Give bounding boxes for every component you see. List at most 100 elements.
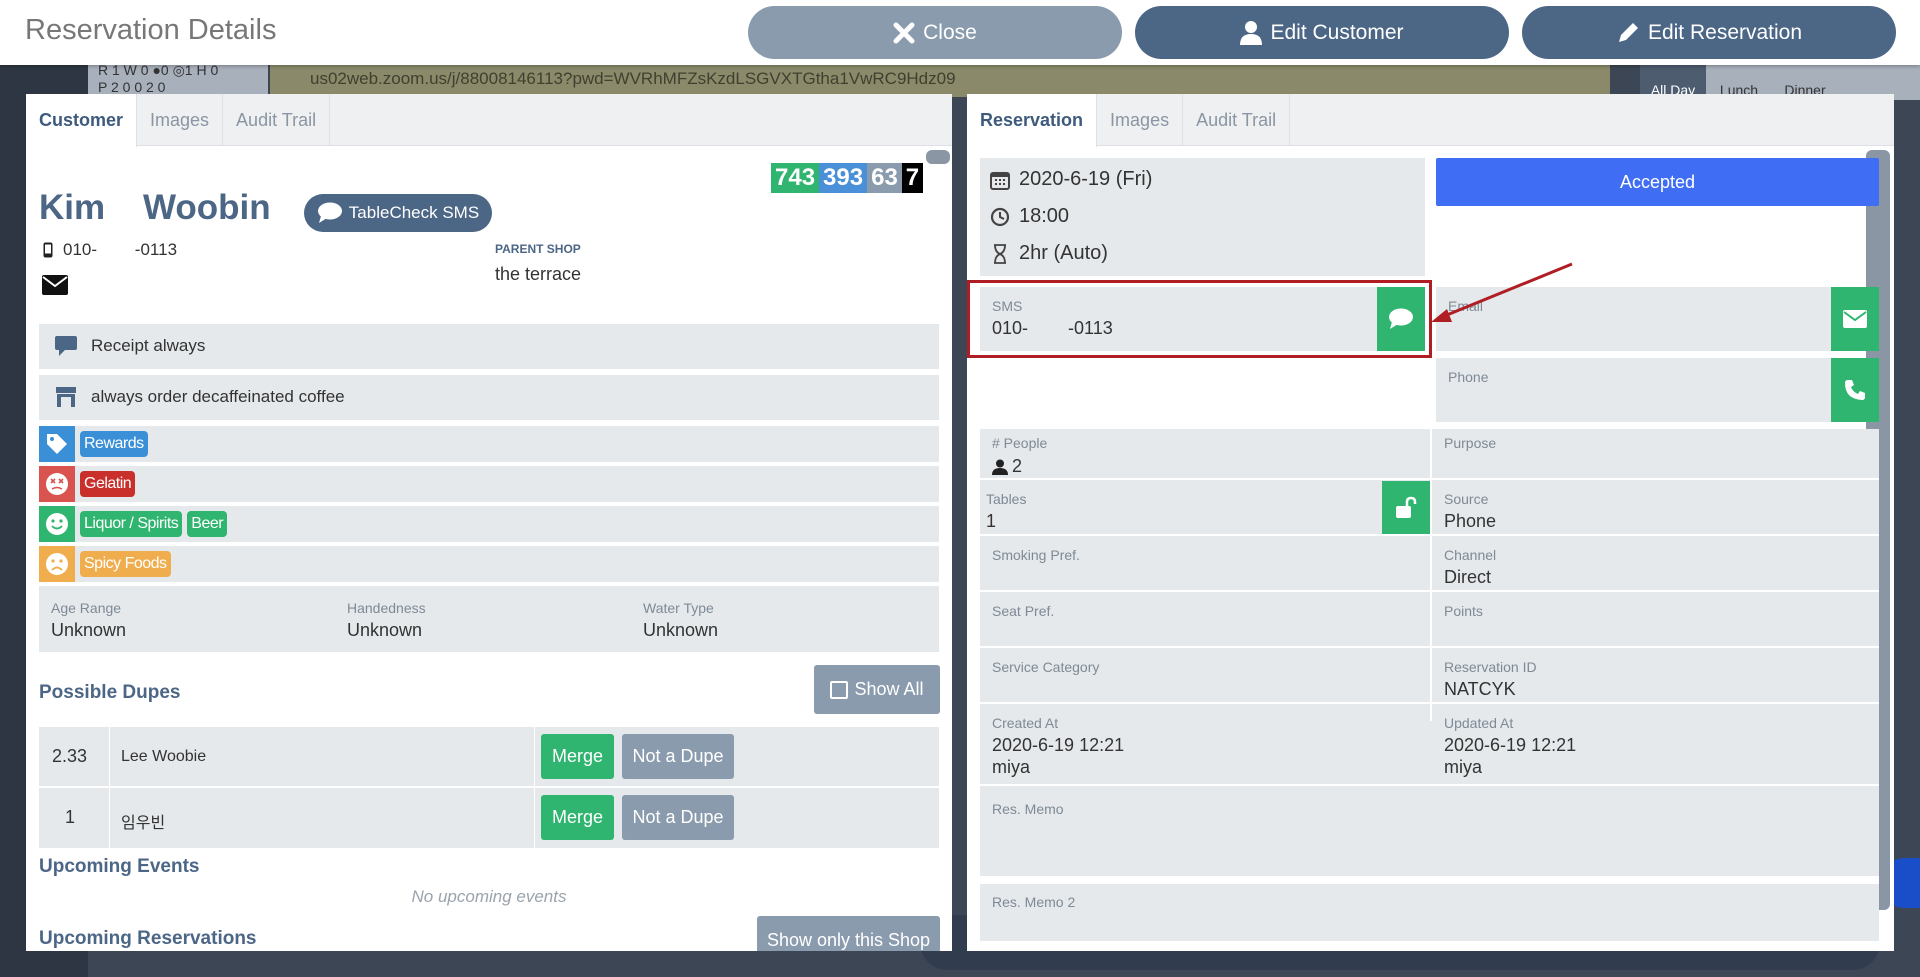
close-label: Close <box>923 20 977 44</box>
handedness-value: Unknown <box>347 620 423 640</box>
user-icon <box>992 459 1008 475</box>
merge-button[interactable]: Merge <box>541 734 614 779</box>
dupe-score: 1 <box>65 807 76 827</box>
tag-icon <box>47 434 67 454</box>
calendar-icon <box>990 172 1010 190</box>
tab-reservation-images[interactable]: Images <box>1097 94 1184 145</box>
edit-reservation-button[interactable]: Edit Reservation <box>1522 6 1896 59</box>
customer-attributes: Age Range Unknown Handedness Unknown Wat… <box>39 586 939 652</box>
smoking-label: Smoking Pref. <box>992 547 1080 563</box>
dupe-row: 1 임우빈 Merge Not a Dupe <box>39 788 939 848</box>
phone-field: Phone <box>1436 358 1879 422</box>
close-icon <box>893 22 915 43</box>
send-email-button[interactable] <box>1831 287 1879 351</box>
bg-tab-dinner: Dinner <box>1784 82 1826 98</box>
customer-rank: 743 393 63 7 <box>771 163 924 193</box>
annotation-highlight-box <box>967 280 1432 358</box>
people-value: 2 <box>1012 456 1023 476</box>
unlock-table-button[interactable] <box>1382 481 1430 534</box>
not-a-dupe-button[interactable]: Not a Dupe <box>622 734 734 779</box>
show-all-label: Show All <box>854 679 924 699</box>
tag-row-rewards: Rewards <box>39 426 939 462</box>
clock-icon <box>990 207 1010 227</box>
rank-c: 63 <box>867 163 902 193</box>
user-icon <box>1240 20 1263 45</box>
source-label: Source <box>1444 491 1489 507</box>
reservation-date: 2020-6-19 (Fri) <box>1019 168 1153 190</box>
scrollbar-handle[interactable] <box>926 150 950 164</box>
age-range-value: Unknown <box>51 620 127 640</box>
res-memo-label: Res. Memo <box>992 801 1064 817</box>
page-title: Reservation Details <box>25 14 277 46</box>
rank-b: 393 <box>819 163 868 193</box>
phone-icon <box>1845 380 1865 400</box>
reservation-duration: 2hr (Auto) <box>1019 242 1108 264</box>
status-badge[interactable]: Accepted <box>1436 158 1879 206</box>
tag-row-likes: Liquor / Spirits Beer <box>39 506 939 542</box>
tag-like-liquor: Liquor / Spirits <box>80 511 183 537</box>
updated-by-value: miya <box>1444 757 1483 777</box>
customer-memo-row: Receipt always <box>39 324 939 369</box>
call-phone-button[interactable] <box>1831 358 1879 422</box>
shop-icon <box>56 387 76 407</box>
purpose-label: Purpose <box>1444 435 1497 451</box>
edit-customer-button[interactable]: Edit Customer <box>1135 6 1509 59</box>
tab-customer-images[interactable]: Images <box>137 94 224 145</box>
tablecheck-sms-label: TableCheck SMS <box>348 203 480 222</box>
dupe-name: 임우빈 <box>121 813 166 832</box>
tab-customer[interactable]: Customer <box>26 94 138 147</box>
hourglass-icon <box>994 244 1006 264</box>
customer-shop-memo-row: always order decaffeinated coffee <box>39 375 939 420</box>
dupe-name: Lee Woobie <box>121 748 207 765</box>
rank-d: 7 <box>901 163 924 193</box>
reservation-panel: Reservation Images Audit Trail 2020-6-19… <box>967 94 1894 951</box>
updated-at-label: Updated At <box>1444 715 1514 731</box>
seat-pref-label: Seat Pref. <box>992 603 1055 619</box>
service-category-label: Service Category <box>992 659 1100 675</box>
tab-reservation[interactable]: Reservation <box>967 94 1098 147</box>
tag-like-beer: Beer <box>187 511 228 537</box>
show-all-button[interactable]: Show All <box>814 665 940 714</box>
tag-rewards: Rewards <box>80 431 148 457</box>
tag-dislike-spicy: Spicy Foods <box>80 551 171 577</box>
updated-at-value: 2020-6-19 12:21 <box>1444 735 1577 755</box>
frown-icon <box>46 553 68 575</box>
dupe-row: 2.33 Lee Woobie Merge Not a Dupe <box>39 727 939 787</box>
annotation-arrow <box>1431 262 1573 322</box>
tag-row-allergy: Gelatin <box>39 466 939 502</box>
customer-last-name: Woobin <box>143 188 271 227</box>
water-type-value: Unknown <box>643 620 719 640</box>
checkbox-icon[interactable] <box>830 680 849 699</box>
customer-memo-text: Receipt always <box>91 336 206 355</box>
datetime-box: 2020-6-19 (Fri) 18:00 2hr (Auto) <box>980 158 1425 276</box>
dupe-score: 2.33 <box>52 746 88 766</box>
upcoming-reservations-title: Upcoming Reservations <box>39 928 257 949</box>
created-by-value: miya <box>992 757 1031 777</box>
envelope-icon <box>1843 310 1867 328</box>
rank-a: 743 <box>771 163 820 193</box>
close-button[interactable]: Close <box>748 6 1122 59</box>
tab-customer-audit[interactable]: Audit Trail <box>223 94 331 145</box>
customer-shop-memo-text: always order decaffeinated coffee <box>91 387 345 406</box>
envelope-icon[interactable] <box>42 275 68 295</box>
pencil-icon <box>1618 22 1638 42</box>
people-label: # People <box>992 435 1048 451</box>
possible-dupes-title: Possible Dupes <box>39 682 181 703</box>
not-a-dupe-button[interactable]: Not a Dupe <box>622 795 734 840</box>
tables-label: Tables <box>986 491 1027 507</box>
tablecheck-sms-button[interactable]: TableCheck SMS <box>304 194 492 232</box>
show-only-shop-button[interactable]: Show only this Shop <box>757 916 940 951</box>
customer-tabs: Customer Images Audit Trail <box>26 94 952 147</box>
upcoming-events-title: Upcoming Events <box>39 856 200 877</box>
tag-row-dislikes: Spicy Foods <box>39 546 939 582</box>
customer-phone: 010- -0113 <box>43 240 177 260</box>
created-at-label: Created At <box>992 715 1059 731</box>
tab-reservation-audit[interactable]: Audit Trail <box>1183 94 1291 145</box>
res-memo2-label: Res. Memo 2 <box>992 894 1076 910</box>
points-label: Points <box>1444 603 1483 619</box>
people-value-group: 2 <box>992 456 1022 477</box>
merge-button[interactable]: Merge <box>541 795 614 840</box>
reservation-id-label: Reservation ID <box>1444 659 1537 675</box>
reservation-id-value: NATCYK <box>1444 679 1516 699</box>
comment-icon <box>55 336 77 356</box>
